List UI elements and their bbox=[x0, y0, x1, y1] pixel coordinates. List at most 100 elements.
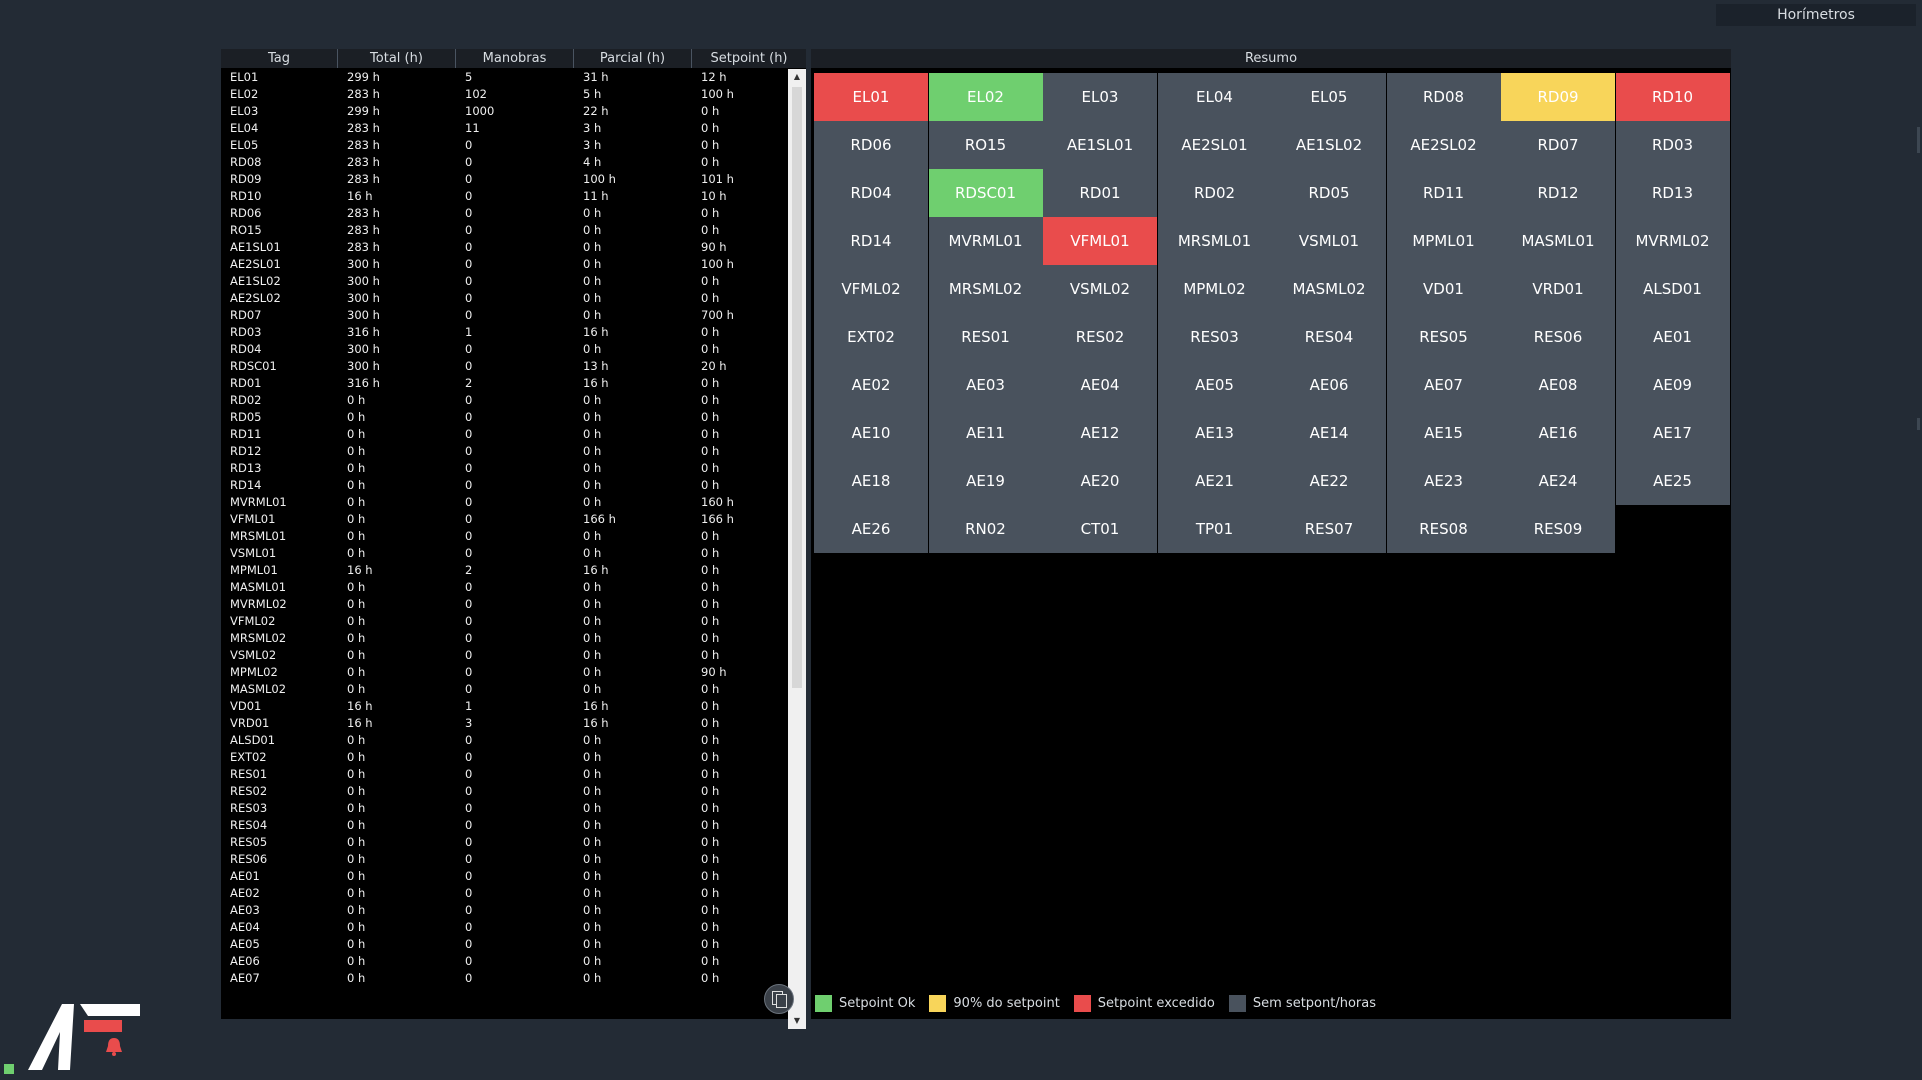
summary-tile-rd07[interactable]: RD07 bbox=[1501, 121, 1615, 169]
summary-tile-ext02[interactable]: EXT02 bbox=[814, 313, 928, 361]
table-row[interactable]: ALSD01 0 h 0 0 h 0 h bbox=[221, 732, 787, 749]
summary-tile-rd08[interactable]: RD08 bbox=[1386, 73, 1501, 121]
summary-tile-vsml02[interactable]: VSML02 bbox=[1043, 265, 1157, 313]
summary-tile-vrd01[interactable]: VRD01 bbox=[1501, 265, 1615, 313]
column-header-manobras[interactable]: Manobras bbox=[456, 49, 574, 68]
table-row[interactable]: EL02 283 h 102 5 h 100 h bbox=[221, 86, 787, 103]
summary-tile-mvrml02[interactable]: MVRML02 bbox=[1615, 217, 1730, 265]
summary-tile-el05[interactable]: EL05 bbox=[1272, 73, 1386, 121]
summary-tile-res03[interactable]: RES03 bbox=[1157, 313, 1272, 361]
summary-tile-rn02[interactable]: RN02 bbox=[928, 505, 1043, 553]
table-row[interactable]: RD07 300 h 0 0 h 700 h bbox=[221, 307, 787, 324]
summary-tile-ae21[interactable]: AE21 bbox=[1157, 457, 1272, 505]
summary-tile-ae26[interactable]: AE26 bbox=[814, 505, 928, 553]
summary-tile-ae1sl02[interactable]: AE1SL02 bbox=[1272, 121, 1386, 169]
table-row[interactable]: AE2SL02 300 h 0 0 h 0 h bbox=[221, 290, 787, 307]
table-row[interactable]: RD01 316 h 2 16 h 0 h bbox=[221, 375, 787, 392]
column-header-tag[interactable]: Tag bbox=[221, 49, 338, 68]
summary-tile-rdsc01[interactable]: RDSC01 bbox=[928, 169, 1043, 217]
summary-tile-res02[interactable]: RES02 bbox=[1043, 313, 1157, 361]
summary-tile-masml01[interactable]: MASML01 bbox=[1501, 217, 1615, 265]
table-row[interactable]: RD11 0 h 0 0 h 0 h bbox=[221, 426, 787, 443]
table-row[interactable]: AE1SL01 283 h 0 0 h 90 h bbox=[221, 239, 787, 256]
table-row[interactable]: AE03 0 h 0 0 h 0 h bbox=[221, 902, 787, 919]
summary-tile-ae22[interactable]: AE22 bbox=[1272, 457, 1386, 505]
table-row[interactable]: RD12 0 h 0 0 h 0 h bbox=[221, 443, 787, 460]
table-row[interactable]: RD02 0 h 0 0 h 0 h bbox=[221, 392, 787, 409]
summary-tile-res06[interactable]: RES06 bbox=[1501, 313, 1615, 361]
table-row[interactable]: RES01 0 h 0 0 h 0 h bbox=[221, 766, 787, 783]
summary-tile-ae18[interactable]: AE18 bbox=[814, 457, 928, 505]
column-header-parcial[interactable]: Parcial (h) bbox=[574, 49, 692, 68]
column-header-setpoint[interactable]: Setpoint (h) bbox=[692, 49, 806, 68]
table-row[interactable]: AE1SL02 300 h 0 0 h 0 h bbox=[221, 273, 787, 290]
summary-tile-rd14[interactable]: RD14 bbox=[814, 217, 928, 265]
summary-tile-ae08[interactable]: AE08 bbox=[1501, 361, 1615, 409]
table-row[interactable]: VRD01 16 h 3 16 h 0 h bbox=[221, 715, 787, 732]
table-row[interactable]: RES06 0 h 0 0 h 0 h bbox=[221, 851, 787, 868]
summary-tile-rd06[interactable]: RD06 bbox=[814, 121, 928, 169]
summary-tile-ae04[interactable]: AE04 bbox=[1043, 361, 1157, 409]
summary-tile-ro15[interactable]: RO15 bbox=[928, 121, 1043, 169]
table-row[interactable]: RES03 0 h 0 0 h 0 h bbox=[221, 800, 787, 817]
table-row[interactable]: VSML02 0 h 0 0 h 0 h bbox=[221, 647, 787, 664]
table-row[interactable]: MASML01 0 h 0 0 h 0 h bbox=[221, 579, 787, 596]
summary-tile-ae2sl02[interactable]: AE2SL02 bbox=[1386, 121, 1501, 169]
table-row[interactable]: RES05 0 h 0 0 h 0 h bbox=[221, 834, 787, 851]
summary-tile-rd05[interactable]: RD05 bbox=[1272, 169, 1386, 217]
table-row[interactable]: RES04 0 h 0 0 h 0 h bbox=[221, 817, 787, 834]
summary-tile-ae12[interactable]: AE12 bbox=[1043, 409, 1157, 457]
summary-tile-ae15[interactable]: AE15 bbox=[1386, 409, 1501, 457]
table-row[interactable]: RD08 283 h 0 4 h 0 h bbox=[221, 154, 787, 171]
summary-tile-ae11[interactable]: AE11 bbox=[928, 409, 1043, 457]
summary-tile-res05[interactable]: RES05 bbox=[1386, 313, 1501, 361]
table-row[interactable]: RD05 0 h 0 0 h 0 h bbox=[221, 409, 787, 426]
summary-tile-mrsml01[interactable]: MRSML01 bbox=[1157, 217, 1272, 265]
table-scrollbar[interactable]: ▲ ▼ bbox=[788, 69, 806, 1029]
table-row[interactable]: AE01 0 h 0 0 h 0 h bbox=[221, 868, 787, 885]
summary-tile-rd03[interactable]: RD03 bbox=[1615, 121, 1730, 169]
summary-tile-ae16[interactable]: AE16 bbox=[1501, 409, 1615, 457]
table-row[interactable]: RO15 283 h 0 0 h 0 h bbox=[221, 222, 787, 239]
table-row[interactable]: AE04 0 h 0 0 h 0 h bbox=[221, 919, 787, 936]
summary-tile-res07[interactable]: RES07 bbox=[1272, 505, 1386, 553]
summary-tile-ae20[interactable]: AE20 bbox=[1043, 457, 1157, 505]
summary-tile-ct01[interactable]: CT01 bbox=[1043, 505, 1157, 553]
table-row[interactable]: VFML01 0 h 0 166 h 166 h bbox=[221, 511, 787, 528]
table-row[interactable]: RD06 283 h 0 0 h 0 h bbox=[221, 205, 787, 222]
summary-tile-ae19[interactable]: AE19 bbox=[928, 457, 1043, 505]
summary-tile-rd12[interactable]: RD12 bbox=[1501, 169, 1615, 217]
column-header-total[interactable]: Total (h) bbox=[338, 49, 456, 68]
summary-tile-rd11[interactable]: RD11 bbox=[1386, 169, 1501, 217]
table-row[interactable]: RES02 0 h 0 0 h 0 h bbox=[221, 783, 787, 800]
table-row[interactable]: MPML02 0 h 0 0 h 90 h bbox=[221, 664, 787, 681]
summary-tile-res01[interactable]: RES01 bbox=[928, 313, 1043, 361]
summary-tile-el03[interactable]: EL03 bbox=[1043, 73, 1157, 121]
table-row[interactable]: RD14 0 h 0 0 h 0 h bbox=[221, 477, 787, 494]
summary-tile-vsml01[interactable]: VSML01 bbox=[1272, 217, 1386, 265]
summary-tile-el04[interactable]: EL04 bbox=[1157, 73, 1272, 121]
summary-tile-vfml02[interactable]: VFML02 bbox=[814, 265, 928, 313]
summary-tile-ae17[interactable]: AE17 bbox=[1615, 409, 1730, 457]
scrollbar-thumb[interactable] bbox=[792, 87, 802, 688]
table-row[interactable]: RD13 0 h 0 0 h 0 h bbox=[221, 460, 787, 477]
table-row[interactable]: AE05 0 h 0 0 h 0 h bbox=[221, 936, 787, 953]
summary-tile-el02[interactable]: EL02 bbox=[928, 73, 1043, 121]
table-row[interactable]: MPML01 16 h 2 16 h 0 h bbox=[221, 562, 787, 579]
summary-tile-rd10[interactable]: RD10 bbox=[1615, 73, 1730, 121]
summary-tile-ae25[interactable]: AE25 bbox=[1615, 457, 1730, 505]
table-row[interactable]: RD10 16 h 0 11 h 10 h bbox=[221, 188, 787, 205]
summary-tile-ae2sl01[interactable]: AE2SL01 bbox=[1157, 121, 1272, 169]
summary-tile-ae13[interactable]: AE13 bbox=[1157, 409, 1272, 457]
summary-tile-ae05[interactable]: AE05 bbox=[1157, 361, 1272, 409]
summary-tile-ae01[interactable]: AE01 bbox=[1615, 313, 1730, 361]
summary-tile-ae10[interactable]: AE10 bbox=[814, 409, 928, 457]
table-row[interactable]: MVRML01 0 h 0 0 h 160 h bbox=[221, 494, 787, 511]
table-row[interactable]: RD09 283 h 0 100 h 101 h bbox=[221, 171, 787, 188]
summary-tile-mvrml01[interactable]: MVRML01 bbox=[928, 217, 1043, 265]
summary-tile-mpml02[interactable]: MPML02 bbox=[1157, 265, 1272, 313]
scroll-up-icon[interactable]: ▲ bbox=[788, 69, 806, 85]
table-row[interactable]: EXT02 0 h 0 0 h 0 h bbox=[221, 749, 787, 766]
summary-tile-alsd01[interactable]: ALSD01 bbox=[1615, 265, 1730, 313]
summary-tile-el01[interactable]: EL01 bbox=[814, 73, 928, 121]
